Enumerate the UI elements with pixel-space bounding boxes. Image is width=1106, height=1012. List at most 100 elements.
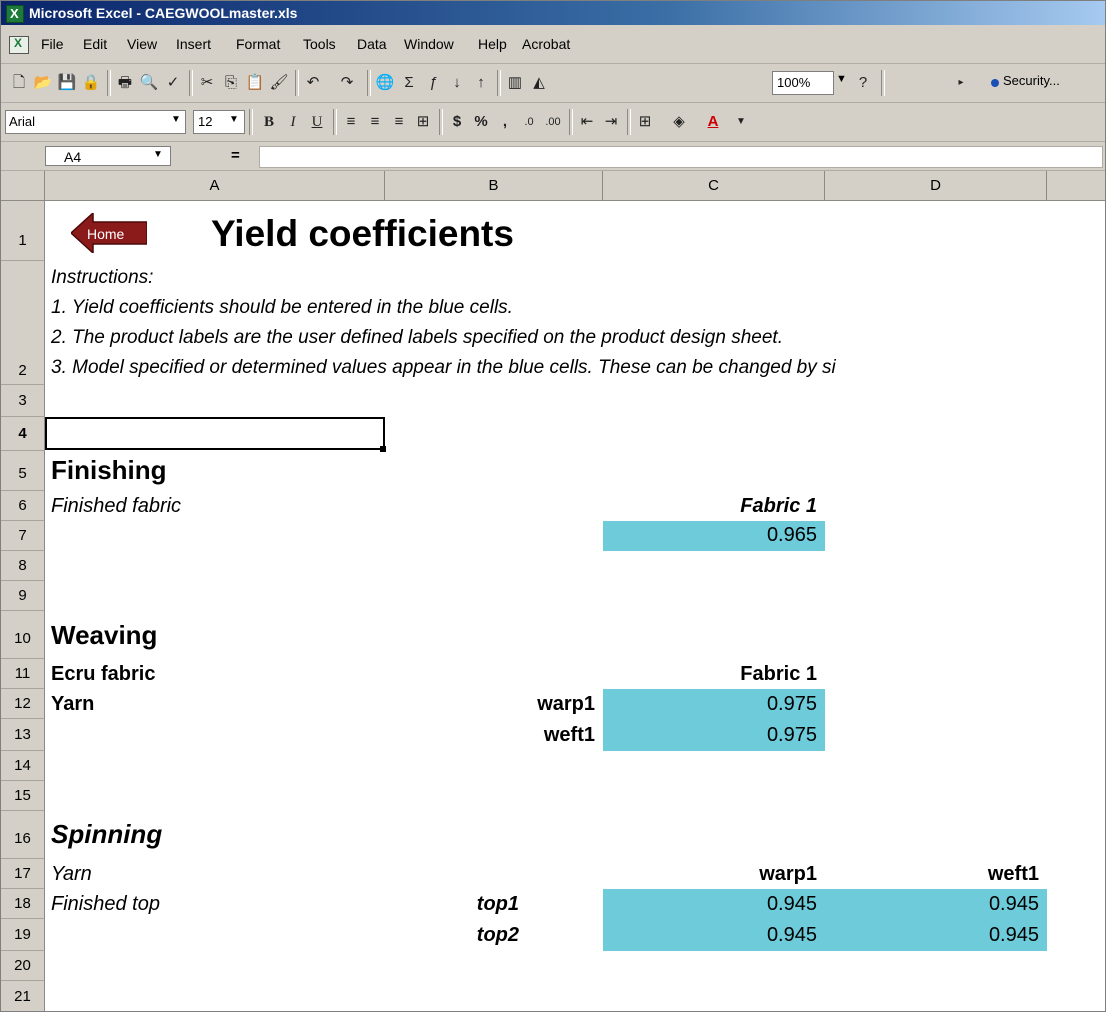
undo-icon[interactable]: ↶ bbox=[303, 73, 323, 93]
row-header-9[interactable]: 9 bbox=[1, 581, 45, 611]
comma-style-icon[interactable]: , bbox=[495, 112, 515, 132]
weaving-col-label: Fabric 1 bbox=[740, 663, 817, 685]
permission-icon[interactable]: 🔒 bbox=[81, 73, 101, 93]
menu-format[interactable]: Format bbox=[236, 36, 280, 52]
toolbar-options-icon[interactable]: ▼ bbox=[731, 112, 751, 132]
security-button[interactable]: Security... bbox=[1003, 73, 1060, 88]
row-header-15[interactable]: 15 bbox=[1, 781, 45, 811]
security-icon[interactable] bbox=[991, 79, 999, 87]
column-header-d[interactable]: D bbox=[825, 171, 1047, 201]
row-header-19[interactable]: 19 bbox=[1, 919, 45, 951]
row-header-17[interactable]: 17 bbox=[1, 859, 45, 889]
row-header-16[interactable]: 16 bbox=[1, 811, 45, 859]
column-header-e[interactable] bbox=[1047, 171, 1105, 201]
decrease-indent-icon[interactable]: ⇤ bbox=[577, 112, 597, 132]
row-header-8[interactable]: 8 bbox=[1, 551, 45, 581]
column-header-c[interactable]: C bbox=[603, 171, 825, 201]
menu-acrobat[interactable]: Acrobat bbox=[522, 36, 570, 52]
select-all-corner[interactable] bbox=[1, 171, 45, 201]
row-header-1[interactable]: 1 bbox=[1, 201, 45, 261]
row-header-4[interactable]: 4 bbox=[1, 417, 45, 451]
font-size-dropdown-icon[interactable]: ▼ bbox=[229, 114, 239, 125]
workbook-icon[interactable] bbox=[9, 36, 29, 54]
print-icon[interactable]: 🖶 bbox=[115, 73, 135, 93]
bold-icon[interactable]: B bbox=[259, 112, 279, 132]
row-header-13[interactable]: 13 bbox=[1, 719, 45, 751]
excel-app-icon[interactable] bbox=[6, 2, 24, 26]
weaving-row2-value: 0.975 bbox=[766, 724, 817, 746]
align-center-icon[interactable]: ≡ bbox=[365, 112, 385, 132]
increase-indent-icon[interactable]: ⇥ bbox=[601, 112, 621, 132]
font-name-box[interactable]: Arial bbox=[5, 110, 186, 134]
fill-color-icon[interactable]: ◈ bbox=[669, 112, 689, 132]
instruction-2: 2. The product labels are the user defin… bbox=[51, 327, 783, 348]
menu-data[interactable]: Data bbox=[357, 36, 387, 52]
weaving-row1-label: warp1 bbox=[537, 693, 595, 715]
row-header-21[interactable]: 21 bbox=[1, 981, 45, 1011]
sort-ascending-icon[interactable]: ↓ bbox=[447, 73, 467, 93]
menu-view[interactable]: View bbox=[127, 36, 157, 52]
menu-insert[interactable]: Insert bbox=[176, 36, 211, 52]
column-header-b[interactable]: B bbox=[385, 171, 603, 201]
spinning-col1-label: warp1 bbox=[759, 863, 817, 885]
redo-icon[interactable]: ↷ bbox=[337, 73, 357, 93]
font-color-icon[interactable]: A bbox=[703, 112, 723, 132]
column-header-a[interactable]: A bbox=[45, 171, 385, 201]
percent-icon[interactable]: % bbox=[471, 112, 491, 132]
align-right-icon[interactable]: ≡ bbox=[389, 112, 409, 132]
sort-descending-icon[interactable]: ↑ bbox=[471, 73, 491, 93]
chart-wizard-icon[interactable]: ▥ bbox=[505, 73, 525, 93]
row-header-11[interactable]: 11 bbox=[1, 659, 45, 689]
menu-help[interactable]: Help bbox=[478, 36, 507, 52]
row-header-10[interactable]: 10 bbox=[1, 611, 45, 659]
drawing-icon[interactable]: ◭ bbox=[529, 73, 549, 93]
selected-cell-a4[interactable] bbox=[45, 417, 385, 450]
increase-decimal-icon[interactable]: .0 bbox=[519, 112, 539, 132]
row-header-18[interactable]: 18 bbox=[1, 889, 45, 919]
align-left-icon[interactable]: ≡ bbox=[341, 112, 361, 132]
autosum-icon[interactable]: Σ bbox=[399, 73, 419, 93]
name-box-dropdown-icon[interactable]: ▼ bbox=[153, 149, 163, 160]
new-icon[interactable]: 🗋 bbox=[9, 73, 29, 93]
formula-input[interactable] bbox=[259, 146, 1103, 168]
print-preview-icon[interactable]: 🔍 bbox=[139, 73, 159, 93]
row-header-5[interactable]: 5 bbox=[1, 451, 45, 491]
spelling-icon[interactable]: ✓ bbox=[163, 73, 183, 93]
row-header-12[interactable]: 12 bbox=[1, 689, 45, 719]
cut-icon[interactable]: ✂ bbox=[197, 73, 217, 93]
hyperlink-icon[interactable]: 🌐 bbox=[375, 73, 395, 93]
fill-handle[interactable] bbox=[380, 446, 386, 452]
paste-icon[interactable]: 📋 bbox=[245, 73, 265, 93]
row-header-14[interactable]: 14 bbox=[1, 751, 45, 781]
italic-icon[interactable]: I bbox=[283, 112, 303, 132]
row-header-3[interactable]: 3 bbox=[1, 385, 45, 417]
edit-formula-button[interactable]: = bbox=[231, 147, 240, 164]
copy-icon[interactable]: ⎘ bbox=[221, 73, 241, 93]
function-icon[interactable]: ƒ bbox=[423, 73, 443, 93]
menu-edit[interactable]: Edit bbox=[83, 36, 107, 52]
open-icon[interactable]: 📂 bbox=[33, 73, 53, 93]
spinning-label: Yarn bbox=[51, 863, 92, 885]
currency-icon[interactable]: $ bbox=[447, 112, 467, 132]
format-painter-icon[interactable]: 🖌 bbox=[269, 73, 289, 93]
decrease-decimal-icon[interactable]: .00 bbox=[543, 112, 563, 132]
row-header-6[interactable]: 6 bbox=[1, 491, 45, 521]
underline-icon[interactable]: U bbox=[307, 112, 327, 132]
font-dropdown-icon[interactable]: ▼ bbox=[171, 114, 181, 125]
toolbar-options-icon[interactable]: ▸ bbox=[951, 73, 971, 93]
merge-center-icon[interactable]: ⊞ bbox=[413, 112, 433, 132]
borders-icon[interactable]: ⊞ bbox=[635, 112, 655, 132]
row-header-2[interactable]: 2 bbox=[1, 261, 45, 385]
title-bar: Microsoft Excel - CAEGWOOLmaster.xls bbox=[1, 1, 1105, 26]
save-icon[interactable]: 💾 bbox=[57, 73, 77, 93]
menu-tools[interactable]: Tools bbox=[303, 36, 336, 52]
row-header-7[interactable]: 7 bbox=[1, 521, 45, 551]
menu-file[interactable]: File bbox=[41, 36, 64, 52]
menu-window[interactable]: Window bbox=[404, 36, 454, 52]
row-header-20[interactable]: 20 bbox=[1, 951, 45, 981]
home-button[interactable]: Home bbox=[87, 226, 124, 242]
zoom-dropdown-icon[interactable]: ▼ bbox=[836, 73, 847, 85]
finishing-label: Finished fabric bbox=[51, 495, 182, 517]
zoom-box[interactable]: 100% bbox=[772, 71, 834, 95]
help-icon[interactable]: ? bbox=[853, 73, 873, 93]
